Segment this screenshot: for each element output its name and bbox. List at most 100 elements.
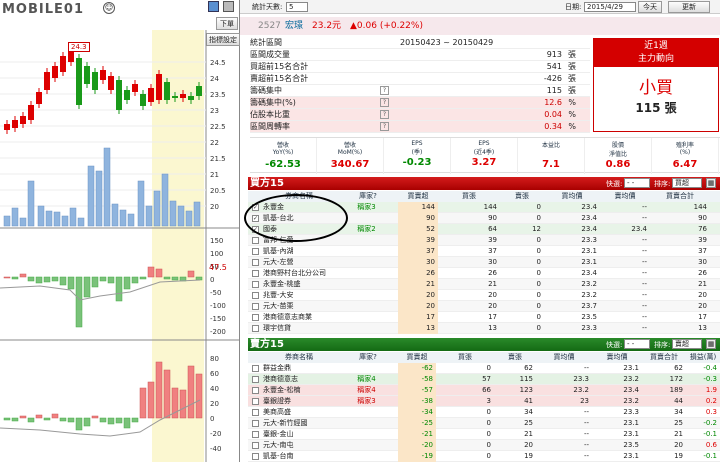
row-checkbox[interactable] xyxy=(252,365,259,372)
sell-table-row[interactable]: 港商德意志 稱家4 -58 57 115 23.3 23.2 172 -0.3 xyxy=(248,374,720,385)
buy-column-header[interactable]: 賣均價 xyxy=(600,191,650,202)
sell-cell-savg: 23.4 xyxy=(623,386,639,394)
buy-column-header[interactable]: 買張 xyxy=(438,191,500,202)
sell-column-header[interactable]: 買賣超 xyxy=(398,352,436,363)
sell-table-row[interactable]: 臺銀證券 稱家3 -38 3 41 23 23.2 44 0.2 xyxy=(248,396,720,407)
date-select[interactable]: 2015/4/29 xyxy=(584,2,636,12)
summary-label: 買超前15名合計 xyxy=(250,62,309,71)
sell-cell-name: 元大-南屯 xyxy=(263,441,294,449)
sell-cell-total: 62 xyxy=(674,364,683,372)
sell-quick-select[interactable]: - - xyxy=(624,339,650,349)
buy-column-header[interactable]: 買賣合計 xyxy=(650,191,710,202)
stat-days-select[interactable]: 5 xyxy=(286,2,308,12)
trend-header: 近1週 主力動向 xyxy=(594,39,718,67)
row-checkbox[interactable] xyxy=(252,303,259,310)
volume-bar xyxy=(103,147,111,227)
buy-cell-savg: -- xyxy=(641,313,647,321)
row-checkbox[interactable] xyxy=(252,248,259,255)
mid-bar xyxy=(75,276,83,328)
buy-title-bar: 買方15 快選: - - 排序: 買超 ▦ xyxy=(248,177,720,190)
sell-expand-button[interactable]: ▦ xyxy=(706,339,716,349)
summary-unit: 張 xyxy=(568,50,576,59)
volume-bar xyxy=(11,207,19,227)
buy-quick-select[interactable]: - - xyxy=(624,178,650,188)
buy-table-row[interactable]: 凱基-內湖 37 37 0 23.1 -- 37 xyxy=(248,246,720,257)
sell-table-row[interactable]: 群益金鼎 -62 0 62 -- 23.1 62 -0.4 xyxy=(248,363,720,374)
sell-table-row[interactable]: 凱基-台南 -19 0 19 -- 23.1 19 -0.1 xyxy=(248,451,720,462)
row-checkbox[interactable] xyxy=(252,281,259,288)
buy-table-row[interactable]: 元大-苗栗 20 20 0 23.7 -- 20 xyxy=(248,301,720,312)
buy-cell-savg: -- xyxy=(641,324,647,332)
buy-expand-button[interactable]: ▦ xyxy=(706,178,716,188)
help-icon[interactable]: ? xyxy=(380,122,389,131)
buy-table-row[interactable]: 永豐金-桃盛 21 21 0 23.2 -- 21 xyxy=(248,279,720,290)
summary-value: 20150423 ~ 20150429 xyxy=(400,38,494,47)
sell-cell-name: 臺銀-金山 xyxy=(263,430,294,438)
row-checkbox[interactable] xyxy=(252,376,259,383)
buy-table-row[interactable]: 港商野村台北分公司 26 26 0 23.4 -- 26 xyxy=(248,268,720,279)
buy-sort-select[interactable]: 買超 xyxy=(672,178,702,188)
refresh-button[interactable]: 更新 xyxy=(668,1,710,13)
row-checkbox[interactable] xyxy=(252,398,259,405)
row-checkbox[interactable] xyxy=(252,259,259,266)
metric-cell: EPS (近4季) 3.27 xyxy=(451,138,518,174)
sell-column-header[interactable]: 券商名稱 xyxy=(260,352,338,363)
buy-table-row[interactable]: 環宇信貸 13 13 0 23.3 -- 13 xyxy=(248,323,720,334)
buy-cell-sell: 0 xyxy=(536,258,541,266)
buy-table-row[interactable]: 兆豐-大安 20 20 0 23.2 -- 20 xyxy=(248,290,720,301)
buy-cell-savg: -- xyxy=(641,258,647,266)
row-checkbox[interactable] xyxy=(252,409,259,416)
buy-column-header[interactable]: 買均價 xyxy=(544,191,600,202)
metric-value: 7.1 xyxy=(542,159,560,170)
row-checkbox[interactable] xyxy=(252,442,259,449)
sell-column-header[interactable]: 庫家? xyxy=(338,352,398,363)
volume-bar xyxy=(111,203,119,227)
buy-column-header[interactable]: 庫家? xyxy=(338,191,398,202)
stock-name[interactable]: 宏璟 xyxy=(285,17,303,35)
row-checkbox[interactable] xyxy=(252,325,259,332)
help-icon[interactable]: ? xyxy=(380,98,389,107)
sell-column-header[interactable]: 損益(萬) xyxy=(686,352,720,363)
row-checkbox[interactable] xyxy=(252,292,259,299)
sell-table-row[interactable]: 元大-新竹經國 -25 0 25 -- 23.1 25 -0.2 xyxy=(248,418,720,429)
mid-bar xyxy=(3,276,11,279)
buy-cell-total: 39 xyxy=(698,236,707,244)
buy-column-header[interactable]: 買賣超 xyxy=(398,191,438,202)
sell-table-row[interactable]: 元大-南屯 -20 0 20 -- 23.5 20 0.6 xyxy=(248,440,720,451)
volume-bar xyxy=(177,205,185,227)
row-checkbox[interactable] xyxy=(252,387,259,394)
sell-cell-bavg: -- xyxy=(583,419,589,427)
sell-cell-tag xyxy=(338,363,395,374)
row-checkbox[interactable] xyxy=(252,237,259,244)
sell-sort-select[interactable]: 賣超 xyxy=(672,339,702,349)
buy-title: 買方15 xyxy=(250,178,284,189)
candle xyxy=(52,66,58,78)
sell-cell-buy: 0 xyxy=(486,408,491,416)
sell-table-row[interactable]: 永豐金-松楠 稱家4 -57 66 123 23.2 23.4 189 1.9 xyxy=(248,385,720,396)
buy-cell-net: 30 xyxy=(426,258,435,266)
sell-column-header[interactable]: 賣均價 xyxy=(592,352,642,363)
row-checkbox[interactable] xyxy=(252,270,259,277)
candle xyxy=(156,74,162,100)
sell-column-header[interactable]: 賣張 xyxy=(494,352,536,363)
candle xyxy=(20,116,26,124)
sell-cell-tag: 稱家3 xyxy=(357,397,376,405)
sell-table-row[interactable]: 臺銀-金山 -21 0 21 -- 23.1 21 -0.1 xyxy=(248,429,720,440)
sell-column-header[interactable]: 買均價 xyxy=(536,352,592,363)
sell-column-header[interactable]: 買張 xyxy=(436,352,494,363)
buy-cell-bavg: 23.2 xyxy=(581,280,597,288)
row-checkbox[interactable] xyxy=(252,314,259,321)
buy-column-header[interactable]: 賣張 xyxy=(500,191,544,202)
row-checkbox[interactable] xyxy=(252,420,259,427)
buy-table-row[interactable]: 港商德意志商業 17 17 0 23.5 -- 17 xyxy=(248,312,720,323)
sell-column-header[interactable]: 買賣合計 xyxy=(642,352,686,363)
sell-table-row[interactable]: 美商高盛 -34 0 34 -- 23.3 34 0.3 xyxy=(248,407,720,418)
help-icon[interactable]: ? xyxy=(380,86,389,95)
metric-sublabel: (%) xyxy=(679,149,691,156)
today-button[interactable]: 今天 xyxy=(638,1,662,13)
row-checkbox[interactable] xyxy=(252,431,259,438)
buy-table-row[interactable]: 元大-左營 30 30 0 23.1 -- 30 xyxy=(248,257,720,268)
help-icon[interactable]: ? xyxy=(380,110,389,119)
volume-bar xyxy=(193,201,201,227)
row-checkbox[interactable] xyxy=(252,453,259,460)
